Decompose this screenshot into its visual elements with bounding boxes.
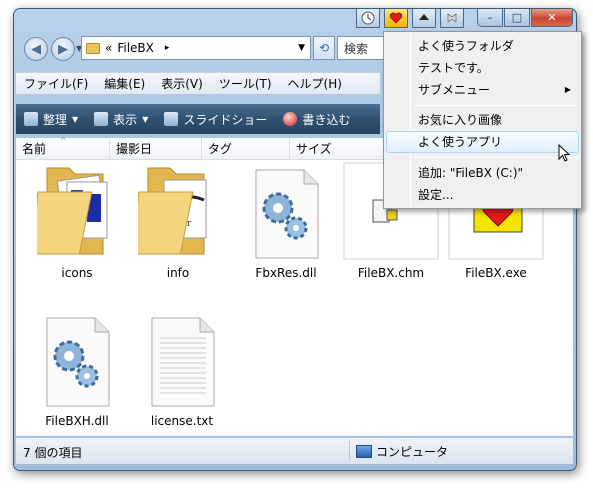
- menu-edit[interactable]: 編集(E): [104, 75, 145, 92]
- menu-item-label: テストです。: [418, 61, 489, 75]
- eject-icon[interactable]: [412, 9, 436, 28]
- refresh-icon: ⟲: [318, 41, 330, 55]
- status-bar: 7 個の項目 コンピュータ: [16, 437, 573, 464]
- breadcrumb-filebx[interactable]: FileBX: [117, 41, 154, 55]
- slideshow-icon: [164, 112, 179, 126]
- menu-item-label: 追加: "FileBX (C:)": [418, 166, 524, 180]
- view-icon: [94, 112, 109, 126]
- menu-item-favorite-images[interactable]: お気に入り画像: [386, 109, 579, 131]
- column-size-label: サイズ: [296, 142, 332, 156]
- menu-item-settings[interactable]: 設定...: [386, 184, 579, 206]
- menu-separator: [414, 157, 576, 158]
- file-item-license-txt[interactable]: license.txt: [134, 310, 230, 434]
- item-count: 7 個の項目: [23, 446, 83, 460]
- folder-icon: nder: [138, 167, 207, 255]
- command-bar: 整理 ▼ 表示 ▼ スライドショー 書き込む: [16, 104, 380, 134]
- address-dropdown-icon[interactable]: ▼: [298, 43, 305, 53]
- filebx-popup-menu: よく使うフォルダ テストです。 サブメニュー ▶ お気に入り画像 よく使うアプリ …: [383, 31, 582, 209]
- back-button[interactable]: ◀: [24, 37, 48, 61]
- menu-item-label: サブメニュー: [418, 83, 491, 97]
- file-item-info[interactable]: nder info: [130, 162, 226, 286]
- organize-label: 整理: [43, 112, 68, 127]
- organize-icon: [24, 112, 38, 126]
- burn-label: 書き込む: [302, 112, 351, 127]
- refresh-button[interactable]: ⟲: [313, 36, 335, 60]
- minimize-icon: –: [487, 11, 493, 24]
- menu-item-add-location[interactable]: 追加: "FileBX (C:)": [386, 162, 579, 184]
- organize-button[interactable]: 整理 ▼: [24, 111, 78, 128]
- column-tags-label: タグ: [208, 142, 233, 156]
- chevron-down-icon: ▼: [72, 114, 79, 124]
- chevron-down-icon: ▼: [142, 114, 149, 124]
- column-tags[interactable]: タグ: [202, 138, 290, 159]
- menu-item-label: よく使うフォルダ: [418, 39, 514, 53]
- breadcrumb-prefix[interactable]: «: [105, 41, 112, 55]
- view-button[interactable]: 表示 ▼: [94, 111, 148, 128]
- slideshow-label: スライドショー: [183, 112, 268, 127]
- menu-item-favorite-folders[interactable]: よく使うフォルダ: [386, 35, 579, 57]
- burn-button[interactable]: 書き込む: [283, 111, 350, 128]
- menu-item-test[interactable]: テストです。: [386, 57, 579, 79]
- slideshow-button[interactable]: スライドショー: [164, 111, 267, 128]
- menu-item-submenu[interactable]: サブメニュー ▶: [386, 79, 579, 101]
- maximize-button[interactable]: □: [504, 9, 530, 27]
- pin-icon[interactable]: [440, 9, 464, 28]
- file-name-fbxres-dll: FbxRes.dll: [255, 266, 317, 280]
- folder-icon: [86, 42, 100, 54]
- address-bar[interactable]: « FileBX ▸ ▼: [81, 36, 311, 60]
- forward-arrow-icon: ▶: [58, 41, 68, 57]
- gear-icon: [46, 317, 110, 407]
- menu-view[interactable]: 表示(V): [161, 75, 203, 92]
- clock-icon[interactable]: [356, 9, 380, 28]
- back-arrow-icon: ◀: [31, 41, 41, 57]
- folder-icon: [37, 167, 108, 255]
- minimize-button[interactable]: –: [477, 9, 503, 27]
- file-item-icons[interactable]: icons: [29, 162, 125, 286]
- column-name[interactable]: 名前 ^: [16, 136, 110, 159]
- forward-button[interactable]: ▶: [51, 37, 75, 61]
- menu-item-label: よく使うアプリ: [418, 135, 503, 149]
- column-date-taken[interactable]: 撮影日: [110, 138, 202, 159]
- column-size[interactable]: サイズ: [290, 138, 386, 159]
- menu-file[interactable]: ファイル(F): [24, 75, 88, 92]
- maximize-icon: □: [511, 11, 523, 24]
- submenu-arrow-icon: ▶: [564, 85, 571, 94]
- status-divider: [349, 441, 350, 461]
- menu-item-favorite-apps[interactable]: よく使うアプリ: [386, 131, 579, 153]
- file-item-fbxres-dll[interactable]: FbxRes.dll: [238, 162, 334, 286]
- file-name-filebx-exe: FileBX.exe: [465, 266, 527, 280]
- menu-tools[interactable]: ツール(T): [219, 75, 272, 92]
- file-name-license-txt: license.txt: [150, 414, 214, 428]
- menu-separator: [414, 105, 576, 106]
- column-headers: 名前 ^ 撮影日 タグ サイズ: [16, 136, 386, 160]
- file-item-filebxh-dll[interactable]: FileBXH.dll: [29, 310, 125, 434]
- file-name-filebxh-dll: FileBXH.dll: [45, 414, 109, 428]
- file-name-filebx-chm: FileBX.chm: [357, 266, 425, 280]
- close-button[interactable]: ✕: [531, 9, 573, 27]
- file-name-info: info: [166, 266, 190, 280]
- close-icon: ✕: [547, 11, 557, 24]
- file-name-icons: icons: [61, 266, 93, 280]
- computer-icon: [356, 445, 372, 458]
- mouse-cursor-icon: [558, 144, 570, 162]
- view-label: 表示: [113, 112, 138, 127]
- sort-ascending-icon: ^: [60, 136, 67, 145]
- status-location: コンピュータ: [356, 443, 448, 460]
- search-placeholder: 検索: [344, 41, 369, 56]
- menubar: ファイル(F) 編集(E) 表示(V) ツール(T) ヘルプ(H): [16, 72, 380, 94]
- menu-item-label: 設定...: [418, 188, 454, 202]
- gear-icon: [255, 169, 319, 259]
- column-date-label: 撮影日: [116, 142, 153, 156]
- breadcrumb-chevron-icon[interactable]: ▸: [165, 43, 170, 53]
- text-file-icon: [151, 317, 215, 407]
- menu-help[interactable]: ヘルプ(H): [288, 75, 342, 92]
- filebx-heart-icon[interactable]: [384, 9, 408, 28]
- burn-icon: [283, 112, 298, 126]
- status-location-label: コンピュータ: [376, 445, 449, 459]
- menu-item-label: お気に入り画像: [418, 113, 503, 127]
- column-name-label: 名前: [22, 142, 47, 156]
